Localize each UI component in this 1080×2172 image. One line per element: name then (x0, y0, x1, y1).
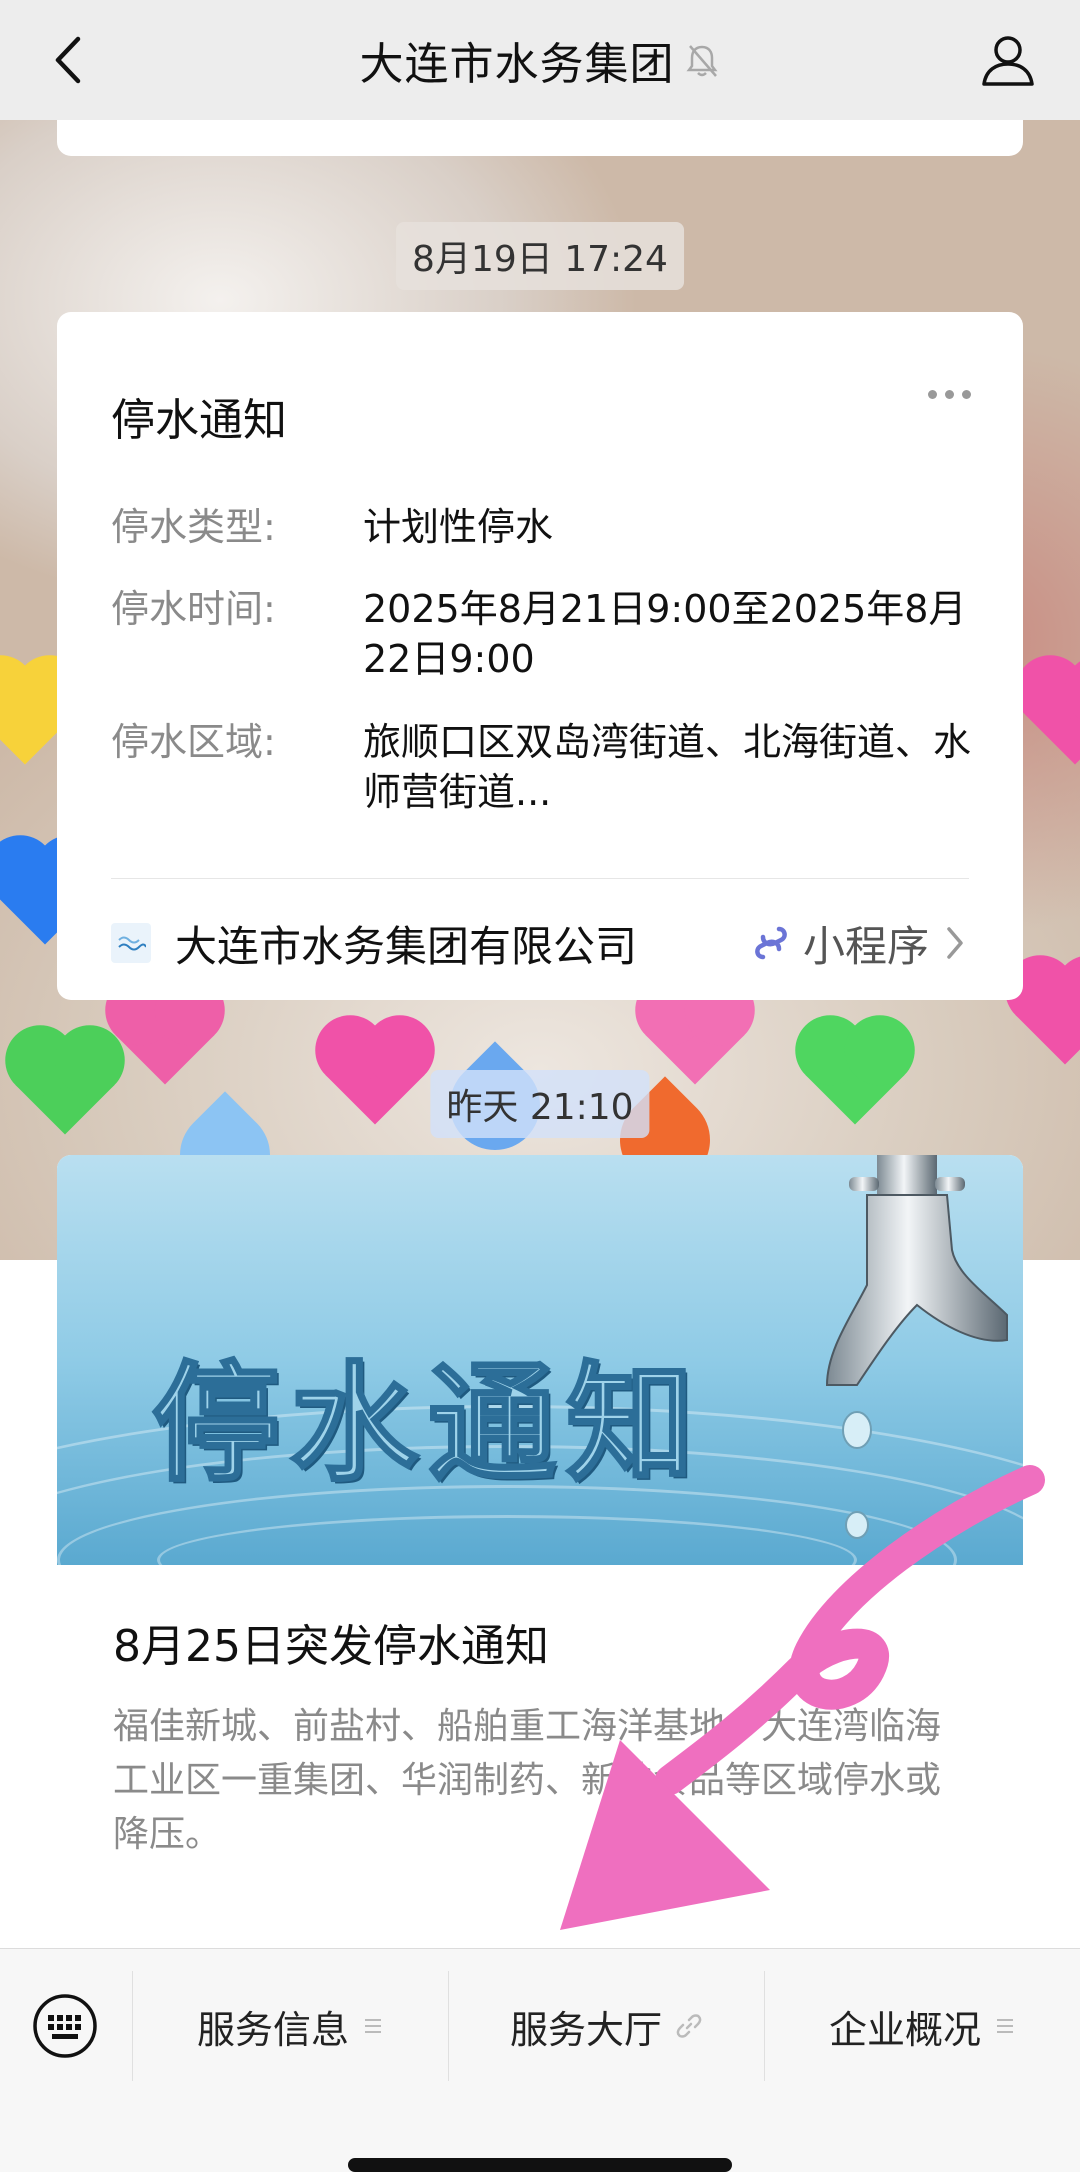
chevron-left-icon (55, 36, 81, 84)
message-timestamp: 昨天 21:10 (430, 1070, 650, 1138)
row-key: 停水时间: (111, 587, 276, 631)
list-icon (365, 2019, 381, 2033)
wallpaper-heart (1025, 665, 1080, 765)
menu-item-label: 服务信息 (196, 2007, 349, 2052)
row-key: 停水类型: (111, 505, 276, 549)
home-indicator[interactable] (348, 2158, 732, 2172)
row-value: 2025年8月21日9:00至2025年8月22日9:00 (363, 587, 967, 681)
notice-row-type: 停水类型: 计划性停水 (111, 502, 971, 552)
keyboard-icon (33, 1994, 97, 2058)
wallpaper-heart (1015, 965, 1080, 1065)
menu-item-service-hall[interactable]: 服务大厅 (448, 1971, 764, 2081)
wallpaper-heart (645, 985, 745, 1085)
menu-item-label: 企业概况 (828, 2007, 981, 2052)
article-title: 8月25日突发停水通知 (113, 1621, 549, 1672)
water-outage-notice-card[interactable]: 停水通知 停水类型: 计划性停水 停水时间: 2025年8月21日9:00至20… (57, 312, 1023, 1000)
link-icon (676, 2014, 702, 2038)
water-logo-icon (118, 936, 146, 951)
list-icon (997, 2019, 1013, 2033)
notice-title: 停水通知 (111, 395, 287, 446)
row-key: 停水区域: (111, 720, 276, 764)
previous-message-card[interactable] (57, 120, 1023, 156)
row-value: 计划性停水 (363, 505, 554, 549)
wallpaper-heart (15, 1035, 115, 1135)
row-value: 旅顺口区双岛湾街道、北海街道、水师营街道... (363, 720, 972, 814)
bottom-menu-bar: 服务信息 服务大厅 企业概况 (0, 1948, 1080, 2172)
keyboard-toggle-button[interactable] (30, 1991, 100, 2061)
chevron-right-icon (947, 927, 963, 959)
wallpaper-heart (115, 985, 215, 1085)
menu-item-label: 服务大厅 (509, 2007, 662, 2052)
message-timestamp: 8月19日 17:24 (396, 222, 684, 290)
chat-header: 大连市水务集团 (0, 0, 1080, 120)
pink-arrow-annotation (560, 1465, 1045, 1930)
mini-program-footer[interactable]: 大连市水务集团有限公司 小程序 (111, 908, 969, 978)
profile-button[interactable] (976, 28, 1040, 92)
page-title: 大连市水务集团 (359, 39, 675, 90)
mini-program-link[interactable]: 小程序 (749, 913, 969, 974)
notice-row-time: 停水时间: 2025年8月21日9:00至2025年8月22日9:00 (111, 584, 971, 684)
menu-item-company-overview[interactable]: 企业概况 (764, 1971, 1080, 2081)
org-logo (111, 923, 151, 963)
mini-program-icon (755, 926, 787, 960)
title-wrap: 大连市水务集团 (360, 28, 721, 92)
notice-row-area: 停水区域: 旅顺口区双岛湾街道、北海街道、水师营街道... (111, 717, 971, 817)
bell-muted-icon (686, 45, 717, 77)
org-name: 大连市水务集团有限公司 (175, 921, 638, 971)
wallpaper-heart (325, 1025, 425, 1125)
card-divider (111, 878, 969, 879)
wallpaper-heart (805, 1025, 905, 1125)
back-button[interactable] (40, 30, 100, 90)
person-icon (982, 36, 1034, 86)
mini-program-label: 小程序 (802, 921, 929, 971)
menu-item-service-info[interactable]: 服务信息 (132, 1971, 448, 2081)
more-options-icon[interactable] (928, 390, 971, 399)
